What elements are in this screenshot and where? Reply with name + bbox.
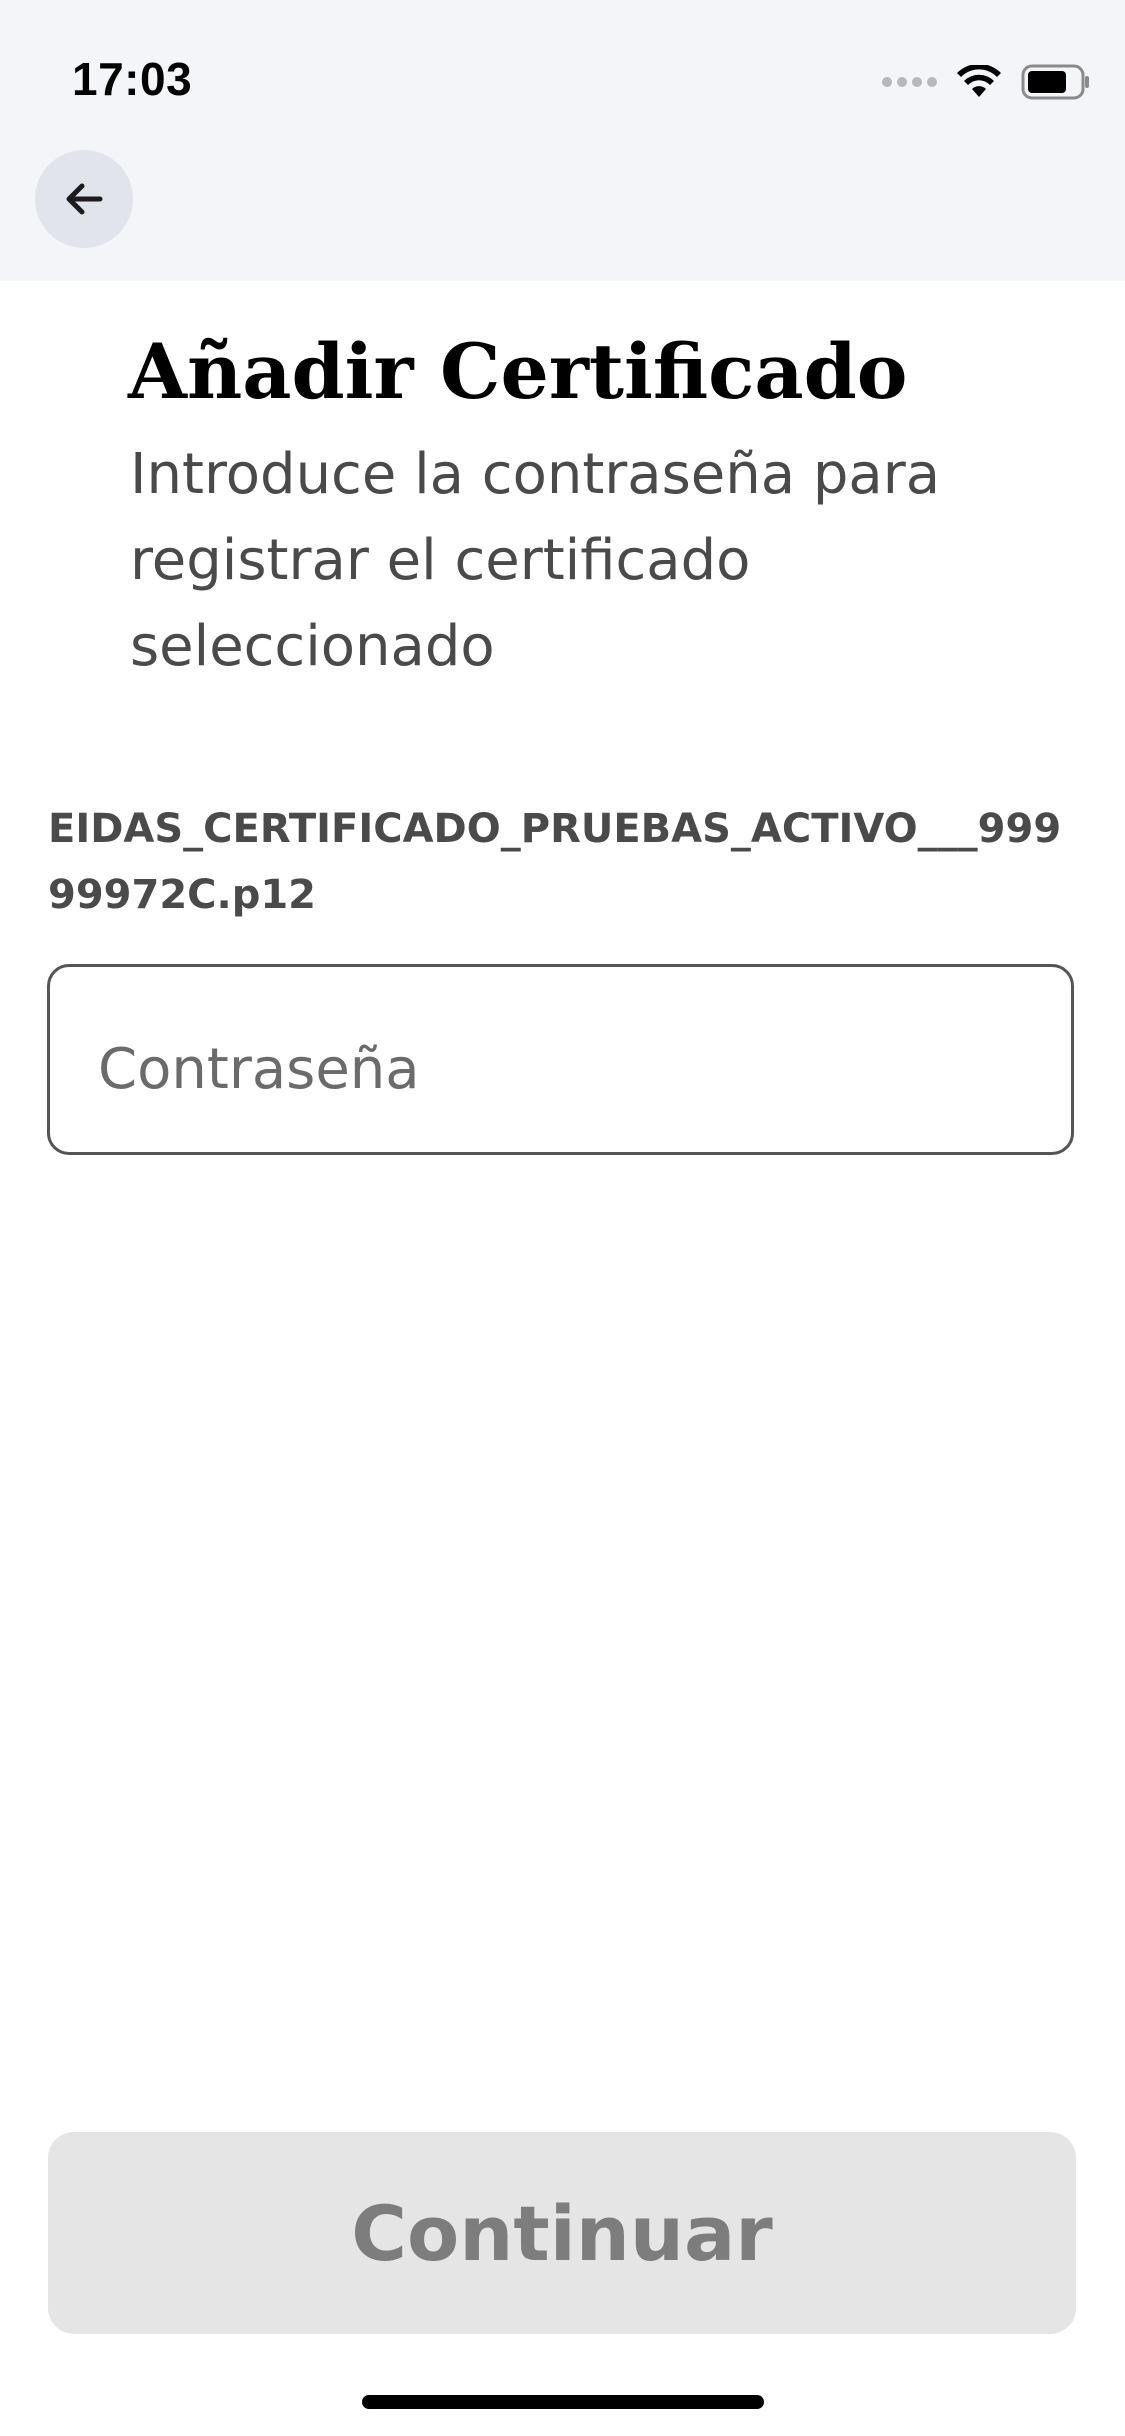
page-title: Añadir Certificado (128, 327, 908, 416)
page-subtitle: Introduce la contraseña para registrar e… (130, 442, 941, 679)
arrow-left-icon (66, 183, 103, 215)
continue-button[interactable]: Continuar (48, 2132, 1076, 2334)
cellular-signal-icon (882, 77, 937, 87)
password-field[interactable] (47, 964, 1074, 1155)
password-input[interactable] (98, 1037, 1071, 1102)
wifi-icon (957, 65, 1001, 97)
top-bar: 17:03 (0, 0, 1125, 281)
status-icons (882, 62, 1091, 102)
home-indicator (362, 2395, 764, 2409)
status-time: 17:03 (72, 53, 193, 105)
certificate-file-name: EIDAS_CERTIFICADO_PRUEBAS_ACTIVO___99999… (48, 806, 1062, 918)
screen: 17:03 Añadir Certificado Introduce la co… (0, 0, 1125, 2436)
battery-icon (1021, 64, 1089, 100)
back-button[interactable] (35, 150, 133, 248)
